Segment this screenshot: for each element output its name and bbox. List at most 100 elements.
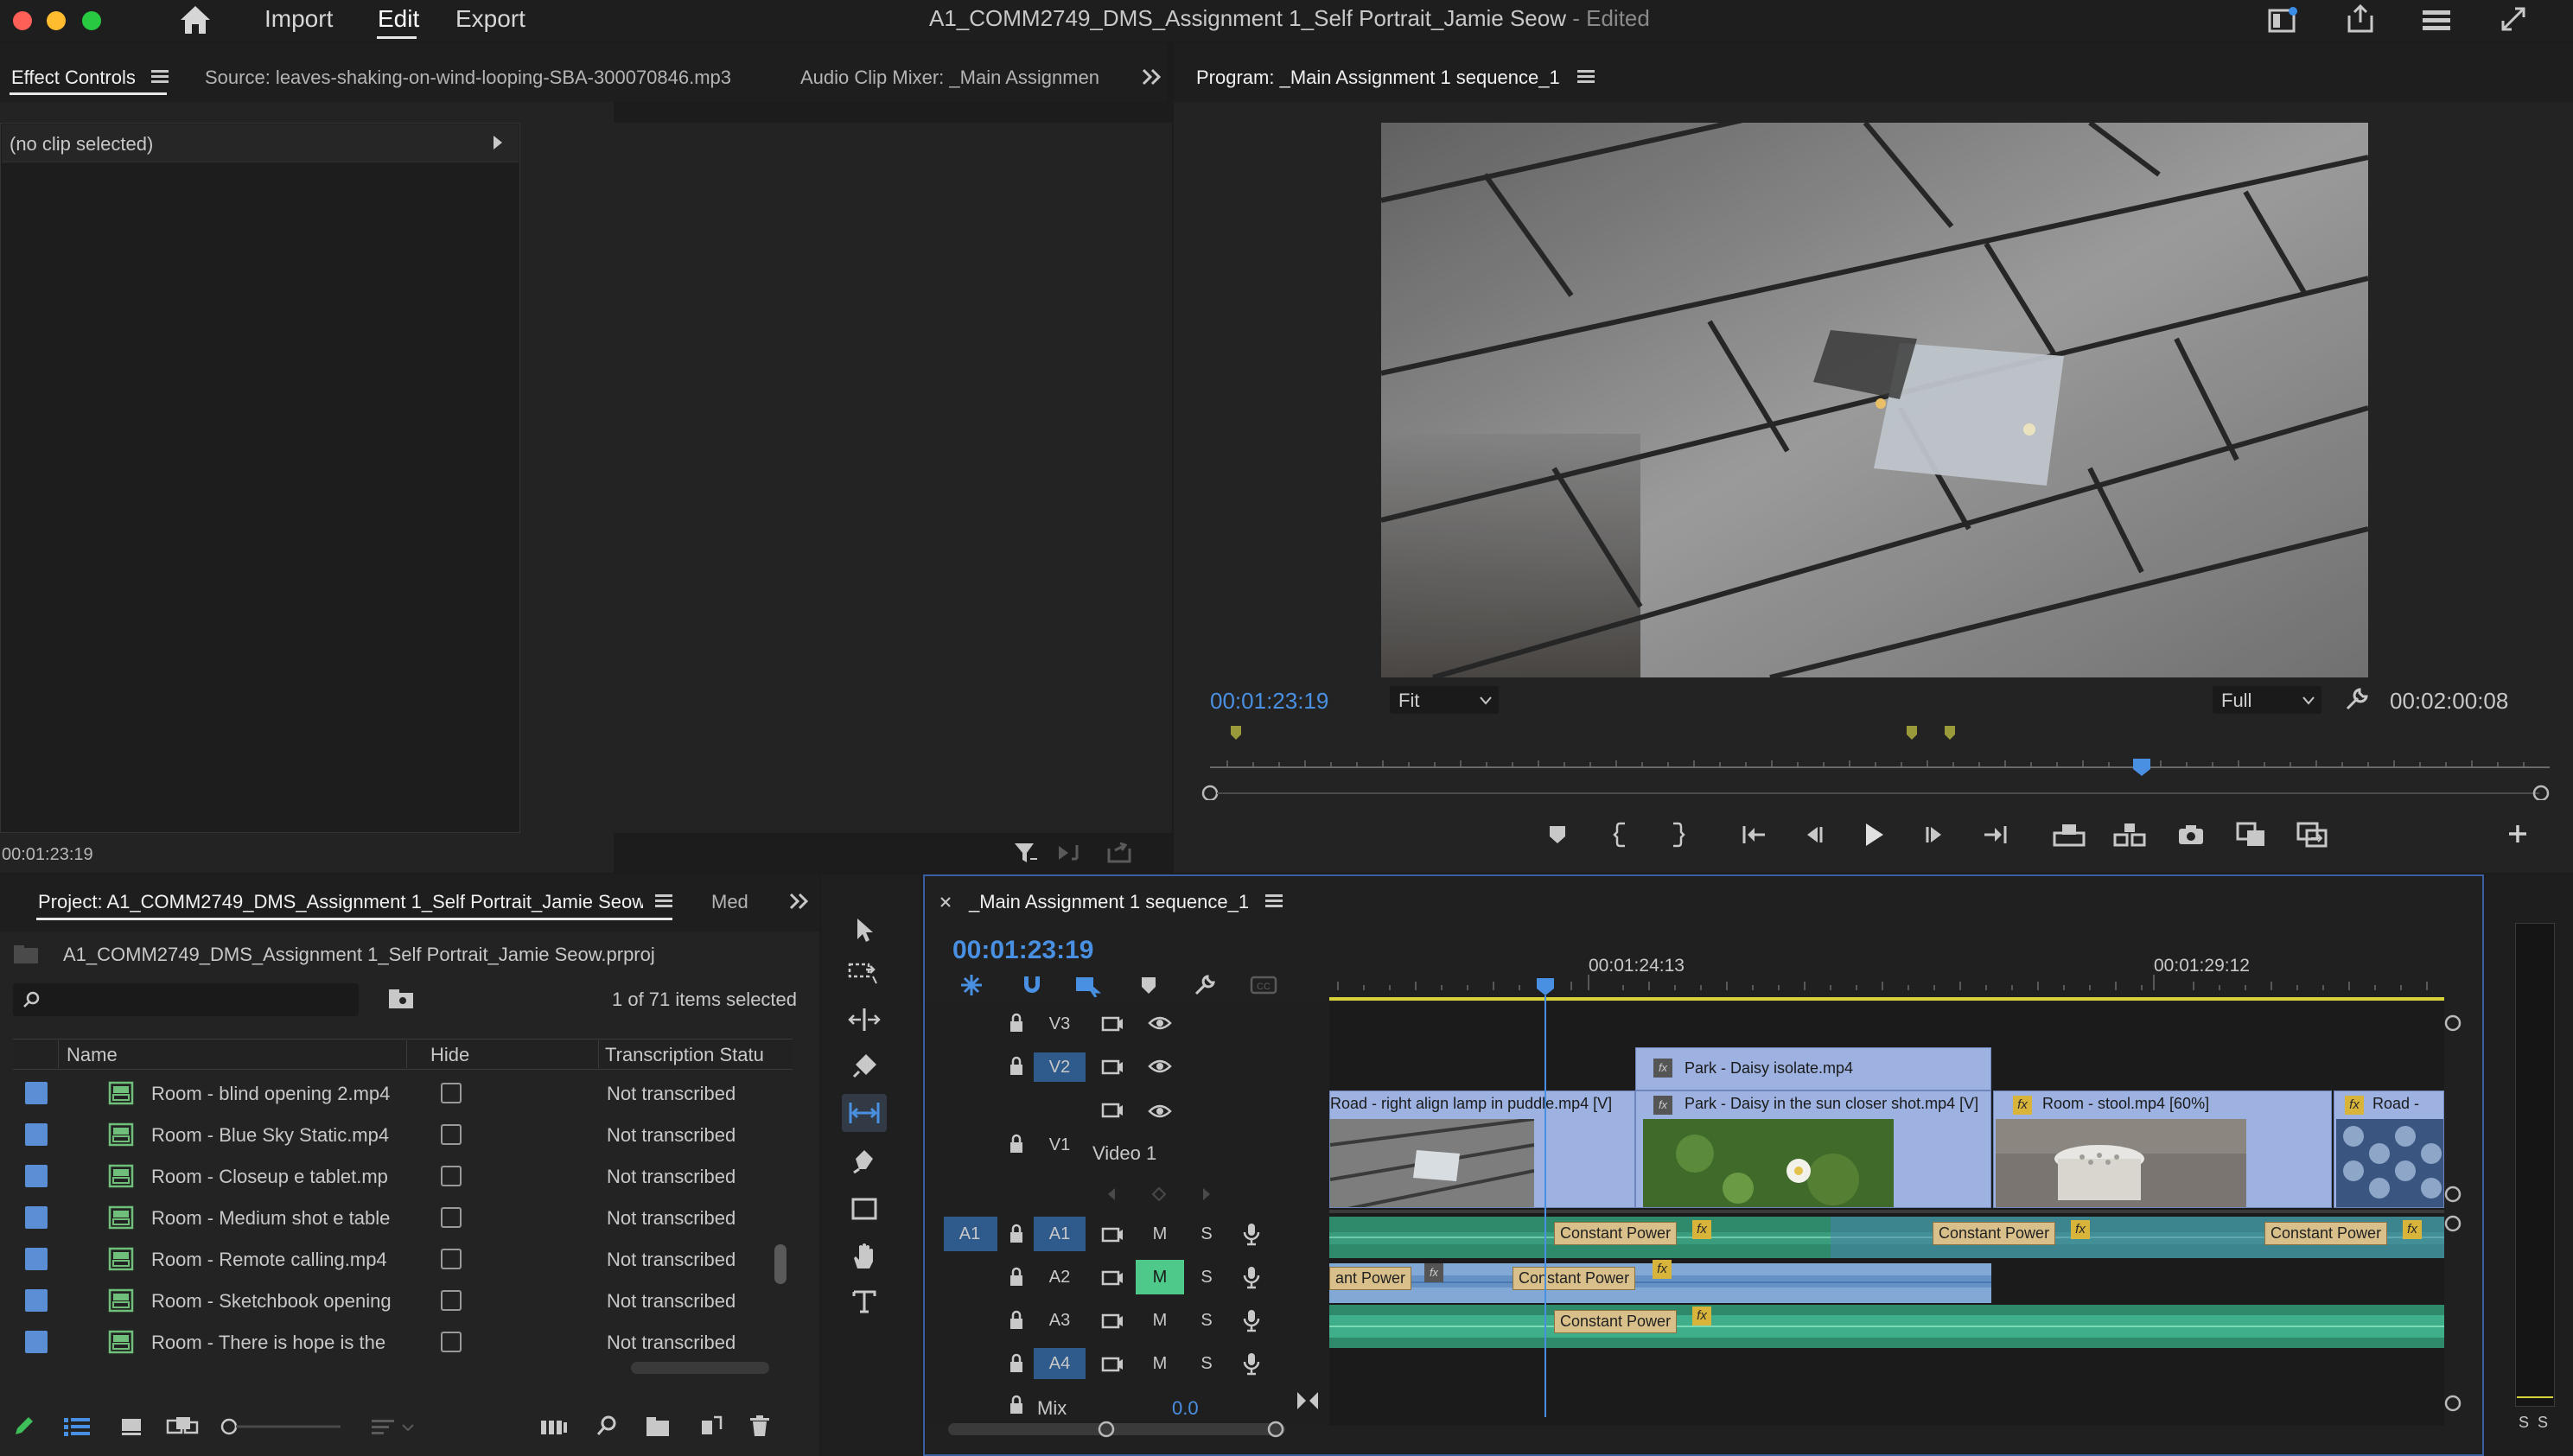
solo-right[interactable]: S — [2538, 1414, 2548, 1432]
proxy-toggle-icon[interactable] — [2296, 821, 2328, 849]
track-a3-label[interactable]: A3 — [1042, 1311, 1077, 1331]
step-forward-icon[interactable] — [1922, 823, 1946, 847]
fx-badge[interactable]: fx — [1653, 1260, 1672, 1279]
hide-checkbox[interactable] — [441, 1290, 462, 1311]
menu-edit[interactable]: Edit — [378, 5, 419, 33]
project-item-name[interactable]: Room - blind opening 2.mp4 — [151, 1083, 390, 1105]
lock-icon[interactable] — [1008, 1267, 1025, 1288]
lock-icon[interactable] — [1008, 1224, 1025, 1244]
panel-menu-icon[interactable] — [151, 69, 169, 85]
workspace-icon[interactable] — [2266, 5, 2299, 35]
timeline-playhead-line[interactable] — [1544, 995, 1546, 1417]
more-tabs-icon[interactable] — [1141, 67, 1163, 86]
sort-icon[interactable] — [370, 1417, 417, 1438]
label-color-swatch[interactable] — [25, 1248, 48, 1270]
fx-badge[interactable]: fx — [1424, 1263, 1443, 1282]
freeform-view-icon[interactable] — [166, 1414, 199, 1438]
project-scrollbar[interactable] — [774, 1244, 787, 1284]
track-select-tool-icon[interactable] — [847, 959, 882, 987]
column-name[interactable]: Name — [67, 1044, 118, 1066]
selection-tool-icon[interactable] — [852, 916, 876, 944]
zoom-slider[interactable] — [220, 1417, 349, 1436]
panel-menu-icon[interactable] — [655, 893, 672, 909]
transition-constant-power[interactable]: Constant Power — [1554, 1222, 1678, 1245]
label-color-swatch[interactable] — [25, 1082, 48, 1104]
minimize-window-button[interactable] — [47, 11, 66, 30]
hand-tool-icon[interactable] — [850, 1241, 878, 1270]
microphone-icon[interactable] — [1241, 1265, 1262, 1289]
zoom-handle-left[interactable] — [1201, 785, 1219, 800]
sync-lock-icon[interactable] — [1101, 1101, 1124, 1120]
microphone-icon[interactable] — [1241, 1308, 1262, 1332]
solo-button[interactable]: S — [1189, 1311, 1224, 1331]
panel-menu-icon[interactable] — [1265, 893, 1283, 909]
clip-road-end[interactable]: fx Road - — [2334, 1090, 2444, 1208]
transition-constant-power[interactable]: Constant Power — [1933, 1222, 2056, 1245]
add-button-icon[interactable] — [2506, 823, 2529, 845]
project-item-name[interactable]: Room - Closeup e tablet.mp — [151, 1166, 388, 1188]
tab-source[interactable]: Source: leaves-shaking-on-wind-looping-S… — [205, 67, 731, 89]
lock-icon[interactable] — [1008, 1134, 1025, 1154]
mute-button[interactable]: M — [1143, 1311, 1177, 1331]
find-icon[interactable] — [595, 1414, 619, 1438]
track-a2-label[interactable]: A2 — [1042, 1268, 1077, 1288]
sync-lock-icon[interactable] — [1101, 1225, 1124, 1244]
pen-tool-icon[interactable] — [850, 1148, 878, 1175]
microphone-icon[interactable] — [1241, 1222, 1262, 1246]
clip-road-lamp-puddle[interactable]: Road - right align lamp in puddle.mp4 [V… — [1329, 1090, 1635, 1208]
program-scrubber[interactable] — [1201, 722, 2558, 800]
play-icon[interactable] — [1862, 821, 1886, 849]
wrench-icon[interactable] — [2344, 686, 2370, 712]
lock-icon[interactable] — [1008, 1395, 1025, 1415]
tab-project[interactable]: Project: A1_COMM2749_DMS_Assignment 1_Se… — [38, 891, 643, 913]
lock-icon[interactable] — [1008, 1310, 1025, 1331]
snap-icon[interactable] — [1020, 973, 1044, 997]
captions-icon[interactable]: CC — [1250, 975, 1277, 995]
transition-constant-power[interactable]: Constant Power — [1513, 1267, 1636, 1290]
sync-lock-icon[interactable] — [1101, 1014, 1124, 1033]
label-color-swatch[interactable] — [25, 1331, 48, 1353]
tab-sequence[interactable]: _Main Assignment 1 sequence_1 — [969, 891, 1249, 913]
label-color-swatch[interactable] — [25, 1206, 48, 1229]
lift-icon[interactable] — [2052, 821, 2086, 849]
collapse-icon[interactable] — [1295, 1389, 1321, 1412]
marker[interactable] — [1231, 726, 1241, 740]
timeline-timecode[interactable]: 00:01:23:19 — [952, 936, 1093, 965]
go-to-out-icon[interactable] — [1981, 823, 2009, 847]
sync-lock-icon[interactable] — [1101, 1058, 1124, 1077]
more-tabs-icon[interactable] — [788, 892, 811, 911]
new-bin-icon[interactable] — [645, 1415, 671, 1438]
panel-menu-icon[interactable] — [1577, 69, 1595, 85]
work-area-bar[interactable] — [1329, 997, 2444, 1001]
marker[interactable] — [1945, 726, 1955, 740]
eye-icon[interactable] — [1148, 1058, 1172, 1075]
timeline-playhead-head[interactable] — [1535, 976, 1556, 997]
trash-icon[interactable] — [748, 1414, 771, 1438]
solo-button[interactable]: S — [1189, 1224, 1224, 1244]
tab-program[interactable]: Program: _Main Assignment 1 sequence_1 — [1196, 67, 1560, 89]
project-item-name[interactable]: Room - Blue Sky Static.mp4 — [151, 1124, 389, 1147]
timeline-zoom-scrollbar[interactable] — [942, 1415, 1288, 1445]
solo-button[interactable]: S — [1189, 1354, 1224, 1374]
sync-lock-icon[interactable] — [1101, 1268, 1124, 1288]
project-search-input[interactable] — [13, 983, 359, 1016]
expand-arrow-icon[interactable] — [492, 135, 504, 150]
timeline-settings-icon[interactable] — [1193, 973, 1217, 997]
fx-badge[interactable]: fx — [1692, 1220, 1711, 1239]
program-playhead[interactable] — [2133, 759, 2150, 776]
fx-badge[interactable]: fx — [2403, 1220, 2422, 1239]
home-icon[interactable] — [178, 3, 213, 36]
tab-audio-clip-mixer[interactable]: Audio Clip Mixer: _Main Assignmen — [800, 67, 1103, 89]
lock-icon[interactable] — [1008, 1056, 1025, 1077]
ripple-edit-tool-icon[interactable] — [847, 1006, 882, 1033]
close-tab-icon[interactable] — [939, 895, 952, 909]
hide-checkbox[interactable] — [441, 1083, 462, 1103]
add-marker-icon[interactable] — [1139, 975, 1158, 997]
keyframe-nav[interactable] — [1103, 1186, 1215, 1203]
lock-icon[interactable] — [1008, 1353, 1025, 1374]
icon-view-icon[interactable] — [119, 1415, 143, 1438]
menu-import[interactable]: Import — [264, 5, 333, 33]
solo-button[interactable]: S — [1189, 1268, 1224, 1288]
filter-icon[interactable] — [1013, 840, 1039, 866]
lock-icon[interactable] — [1008, 1013, 1025, 1033]
